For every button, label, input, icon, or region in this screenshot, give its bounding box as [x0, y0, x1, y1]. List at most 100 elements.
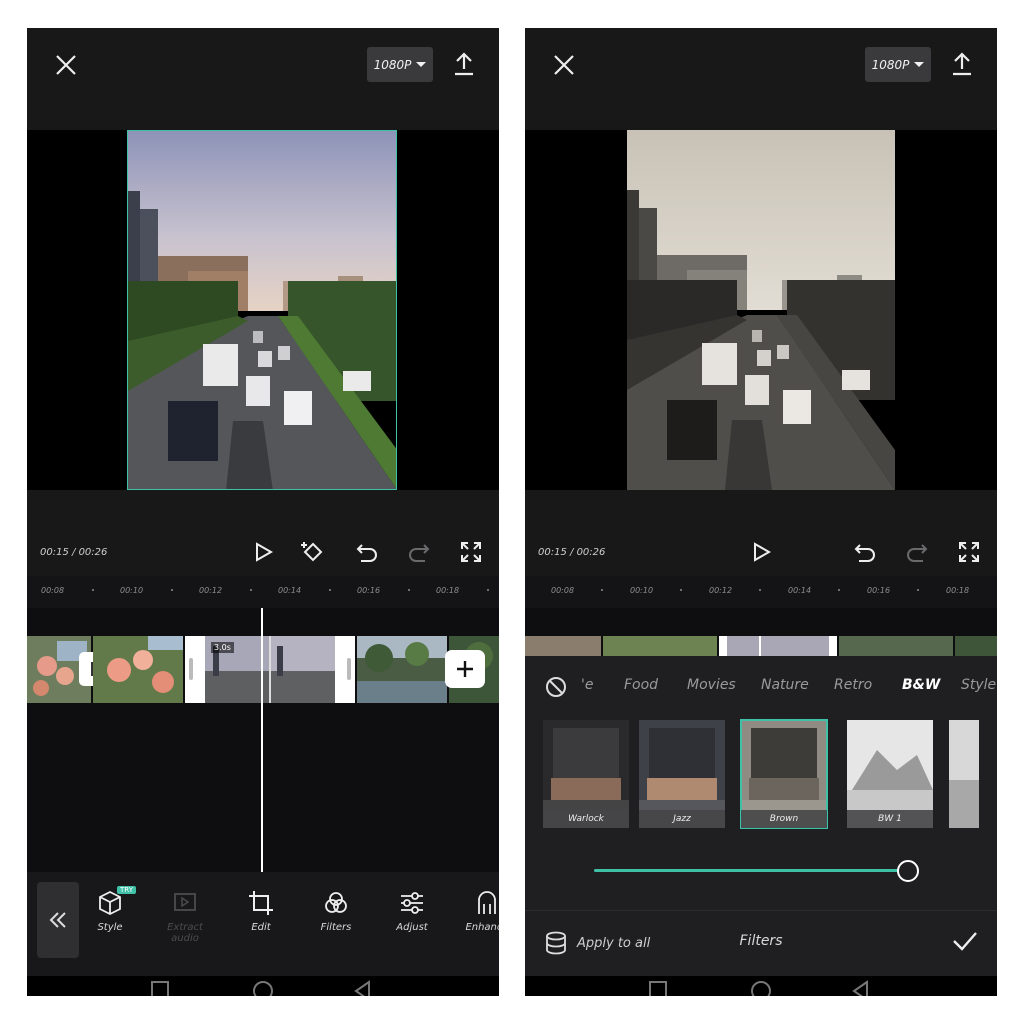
double-chevron-left-icon: [49, 912, 66, 928]
resolution-dropdown[interactable]: 1080P: [367, 47, 433, 82]
recents-icon[interactable]: [648, 980, 668, 996]
current-time: 00:15: [40, 547, 69, 558]
ruler-dot: [408, 589, 410, 591]
intensity-slider-knob[interactable]: [897, 860, 919, 882]
recents-icon[interactable]: [150, 980, 170, 996]
ruler-tick: 00:12: [199, 586, 223, 595]
ruler-dot: [680, 589, 682, 591]
export-icon[interactable]: [949, 50, 975, 78]
tool-label: Filters: [320, 922, 352, 933]
close-icon[interactable]: [53, 52, 79, 78]
play-icon[interactable]: [747, 538, 775, 566]
stack-icon: [546, 931, 566, 955]
clip-trees[interactable]: [955, 636, 997, 656]
ruler-tick: 00:08: [41, 586, 65, 595]
clip-flowers-2[interactable]: [603, 636, 717, 656]
tool-edit[interactable]: Edit: [231, 890, 291, 933]
clip-garden[interactable]: [357, 636, 447, 703]
category-tab-bw[interactable]: B&W: [902, 677, 940, 693]
filter-thumb-bw1[interactable]: BW 1: [847, 720, 933, 828]
category-tab-partial[interactable]: 'e: [581, 677, 593, 693]
ruler-dot: [759, 589, 761, 591]
add-clip-button[interactable]: [445, 650, 485, 688]
export-icon[interactable]: [451, 50, 477, 78]
back-icon[interactable]: [353, 980, 373, 996]
timecode: 00:15 / 00:26: [538, 547, 606, 558]
confirm-check-icon[interactable]: [951, 929, 979, 957]
left-phone-screen: 1080P 00:15 / 00:26 00:08 00:10 00:12 00…: [27, 28, 499, 996]
clip-duration: 3.0s: [211, 642, 234, 653]
no-filter-icon[interactable]: [545, 676, 567, 702]
clip-flowers-2[interactable]: [93, 636, 183, 703]
ruler-tick: 00:12: [709, 586, 733, 595]
clip-garden[interactable]: [839, 636, 953, 656]
clip-selected[interactable]: 3.0s: [185, 636, 355, 703]
close-icon[interactable]: [551, 52, 577, 78]
intensity-slider-track[interactable]: [594, 869, 906, 872]
enhance-icon: [478, 891, 496, 914]
video-track[interactable]: 3.0s: [27, 636, 499, 703]
tool-enhance[interactable]: Enhance: [457, 890, 499, 933]
video-track-partial[interactable]: [525, 636, 997, 656]
filter-thumb-brown[interactable]: Brown: [740, 719, 828, 829]
collapse-toolbar-button[interactable]: [37, 882, 79, 958]
tool-label: Style: [97, 922, 123, 933]
filter-panel-footer: Apply to all Filters: [525, 910, 997, 977]
category-tab-nature[interactable]: Nature: [761, 677, 809, 693]
play-icon[interactable]: [249, 538, 277, 566]
tool-label: Edit: [251, 922, 271, 933]
filter-thumb-partial[interactable]: [949, 720, 979, 828]
playback-controls: 00:15 / 00:26: [525, 490, 997, 576]
home-icon[interactable]: [750, 980, 772, 996]
ruler-tick: 00:18: [436, 586, 460, 595]
back-icon[interactable]: [851, 980, 871, 996]
playhead[interactable]: [759, 636, 761, 656]
category-tab-retro[interactable]: Retro: [834, 677, 872, 693]
undo-icon[interactable]: [851, 538, 879, 566]
video-preview[interactable]: [525, 130, 997, 490]
bottom-toolbar: TRY Style Extract audio Edit Filters Adj…: [27, 872, 499, 976]
ruler-dot: [601, 589, 603, 591]
tool-style[interactable]: TRY Style: [80, 886, 140, 933]
apply-to-all-button[interactable]: Apply to all: [545, 931, 650, 955]
android-nav-bar: [525, 976, 997, 996]
filter-thumb-jazz[interactable]: Jazz: [639, 720, 725, 828]
ruler-dot: [171, 589, 173, 591]
resolution-dropdown[interactable]: 1080P: [865, 47, 931, 82]
playhead[interactable]: [261, 608, 263, 872]
highway-image-bw: [627, 130, 895, 490]
fullscreen-icon[interactable]: [955, 538, 983, 566]
undo-icon[interactable]: [353, 538, 381, 566]
clip-flowers-1[interactable]: [525, 636, 601, 656]
filter-thumb-warlock[interactable]: Warlock: [543, 720, 629, 828]
extract-audio-icon: [174, 893, 196, 911]
ruler-tick: 00:14: [278, 586, 302, 595]
ruler-tick: 00:08: [551, 586, 575, 595]
category-tab-food[interactable]: Food: [624, 677, 658, 693]
video-preview[interactable]: [27, 130, 499, 490]
timeline-ruler[interactable]: 00:08 00:10 00:12 00:14 00:16 00:18: [27, 576, 499, 608]
redo-icon[interactable]: [903, 538, 931, 566]
timecode: 00:15 / 00:26: [40, 547, 108, 558]
try-badge: TRY: [117, 886, 136, 894]
tool-filters[interactable]: Filters: [306, 890, 366, 933]
tool-label: Extract audio: [167, 922, 203, 944]
category-tab-movies[interactable]: Movies: [687, 677, 736, 693]
fullscreen-icon[interactable]: [457, 538, 485, 566]
tool-adjust[interactable]: Adjust: [382, 890, 442, 933]
right-phone-screen: 1080P 00:15 / 00:26 00:08 00:10 00:12 00…: [525, 28, 997, 996]
home-icon[interactable]: [252, 980, 274, 996]
timeline-ruler[interactable]: 00:08 00:10 00:12 00:14 00:16 00:18: [525, 576, 997, 608]
tool-extract-audio[interactable]: Extract audio: [155, 890, 215, 944]
keyframe-icon[interactable]: [299, 538, 327, 566]
trim-handle-right[interactable]: [347, 658, 351, 680]
category-tab-style[interactable]: Style: [961, 677, 996, 693]
resolution-label: 1080P: [373, 57, 412, 72]
filter-label: Brown: [741, 810, 827, 828]
ruler-dot: [487, 589, 489, 591]
apply-to-all-label: Apply to all: [577, 935, 651, 951]
trim-handle-left[interactable]: [189, 658, 193, 680]
ruler-tick: 00:16: [357, 586, 381, 595]
clip-selected[interactable]: [719, 636, 837, 656]
redo-icon[interactable]: [405, 538, 433, 566]
